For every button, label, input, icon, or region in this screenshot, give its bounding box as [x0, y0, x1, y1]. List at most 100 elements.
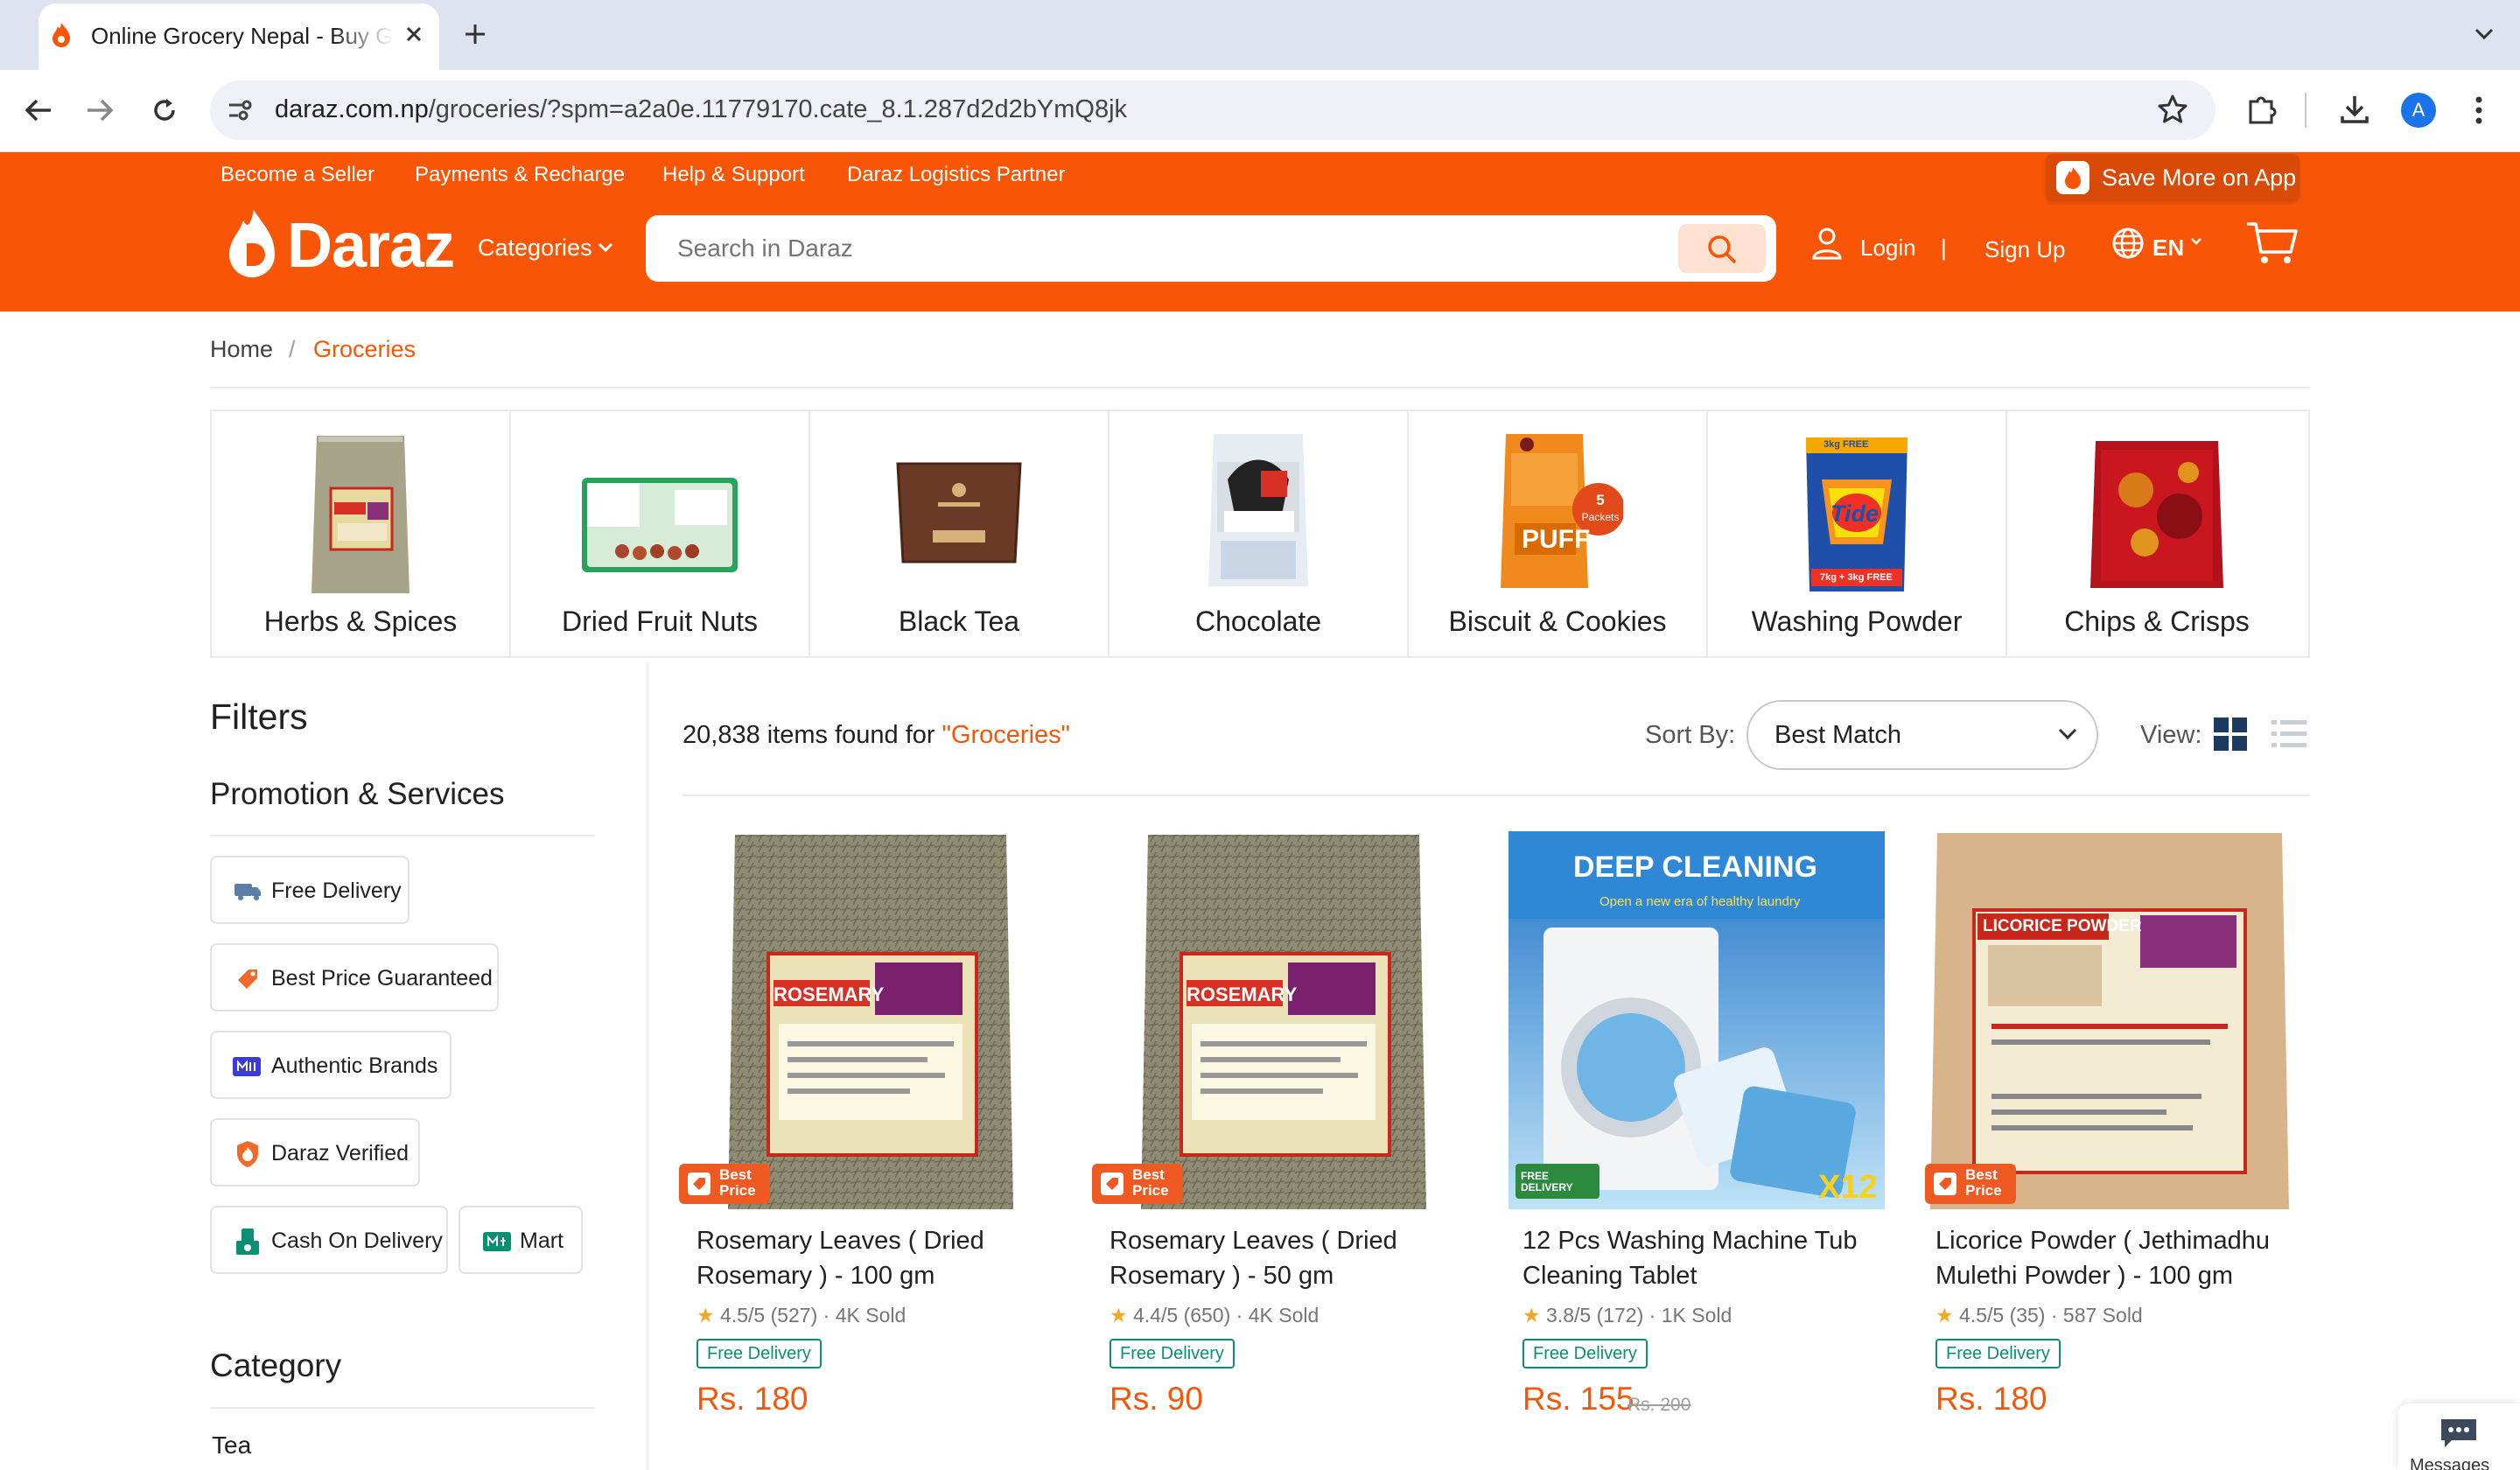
category-chocolate[interactable]: Chocolate — [1110, 411, 1409, 656]
reload-icon[interactable] — [149, 94, 180, 126]
category-biscuit-cookies[interactable]: PUFF 5 Packets Biscuit & Cookies — [1409, 411, 1708, 656]
category-option-tea[interactable]: Tea — [212, 1432, 251, 1460]
category-label: Dried Fruit Nuts — [561, 606, 759, 637]
categories-dropdown[interactable]: Categories — [478, 234, 592, 262]
promotion-services-heading: Promotion & Services — [210, 777, 505, 811]
daraz-logo-icon[interactable] — [228, 206, 278, 285]
badge-number: 5 — [1596, 492, 1605, 508]
user-icon[interactable] — [1811, 226, 1843, 261]
sort-select-value: Best Match — [1774, 721, 1902, 749]
tide-brand-text: Tide — [1830, 500, 1880, 527]
cash-icon — [236, 1228, 259, 1255]
sort-by-label: Sort By: — [1645, 721, 1736, 749]
deep-cleaning-banner: DEEP CLEANING — [1573, 850, 1817, 884]
download-icon[interactable] — [2338, 93, 2371, 126]
free-delivery-tag: Free Delivery — [696, 1339, 822, 1368]
logistics-partner-link[interactable]: Daraz Logistics Partner — [847, 163, 1065, 187]
product-image[interactable] — [1508, 831, 1885, 1209]
product-price: Rs. 180 — [1936, 1381, 2048, 1417]
product-card[interactable]: LICORICE POWDER Best Price Licorice Powd… — [1922, 831, 2324, 1444]
chip-label: Daraz Verified — [271, 1141, 410, 1166]
save-more-app-label: Save More on App — [2102, 164, 2297, 191]
product-price: Rs. 90 — [1110, 1381, 1203, 1417]
chip-label: Mart — [520, 1228, 564, 1253]
quantity-label: X12 — [1818, 1169, 1878, 1206]
results-count: 20,838 items found for "Groceries" — [682, 721, 1070, 749]
product-image[interactable] — [1922, 831, 2298, 1209]
mart-filter[interactable]: Mart — [458, 1206, 583, 1274]
category-divider — [210, 1407, 595, 1409]
price-tag-icon — [238, 970, 257, 989]
site-info-icon[interactable] — [226, 96, 254, 124]
browser-menu-icon[interactable] — [2473, 93, 2485, 128]
extensions-puzzle-icon[interactable] — [2245, 93, 2280, 126]
cart-icon[interactable] — [2245, 219, 2300, 266]
chip-label: Best Price Guaranteed — [271, 966, 493, 990]
toolbar-separator — [2305, 93, 2306, 128]
messages-button[interactable]: Messages — [2398, 1404, 2520, 1470]
product-title[interactable]: 12 Pcs Washing Machine Tub Cleaning Tabl… — [1522, 1223, 1899, 1293]
badge-tag-icon — [1101, 1172, 1124, 1195]
best-price-filter[interactable]: Best Price Guaranteed — [210, 943, 499, 1012]
category-washing-powder[interactable]: Tide 3kg FREE 7kg + 3kg FREE Washing Pow… — [1708, 411, 2007, 656]
category-strip: Herbs & Spices Dried Fruit Nuts Black Te… — [210, 410, 2310, 658]
authentic-brands-filter[interactable]: Authentic Brands — [210, 1031, 452, 1099]
daraz-verified-filter[interactable]: Daraz Verified — [210, 1118, 420, 1186]
category-chips-crisps[interactable]: Chips & Crisps — [2007, 411, 2306, 656]
product-card[interactable]: DEEP CLEANING Open a new era of healthy … — [1508, 831, 1911, 1444]
become-seller-link[interactable]: Become a Seller — [220, 163, 374, 187]
black-tea-image — [889, 455, 1029, 569]
product-price: Rs. 155 — [1522, 1381, 1634, 1417]
category-heading: Category — [210, 1348, 342, 1383]
product-title[interactable]: Licorice Powder ( Jethimadhu Mulethi Pow… — [1936, 1223, 2312, 1293]
bookmark-star-icon[interactable] — [2156, 93, 2189, 126]
filters-heading: Filters — [210, 696, 308, 737]
globe-icon[interactable] — [2110, 226, 2146, 261]
profile-avatar[interactable]: A — [2401, 93, 2436, 128]
login-link[interactable]: Login — [1860, 234, 1916, 262]
search-box — [646, 215, 1776, 282]
category-dried-fruit-nuts[interactable]: Dried Fruit Nuts — [511, 411, 810, 656]
tab-close-icon[interactable] — [401, 21, 427, 47]
free-delivery-filter[interactable]: Free Delivery — [210, 856, 410, 924]
help-support-link[interactable]: Help & Support — [662, 163, 805, 187]
category-herbs-spices[interactable]: Herbs & Spices — [212, 411, 511, 656]
product-price: Rs. 180 — [696, 1381, 808, 1417]
breadcrumb-current[interactable]: Groceries — [313, 336, 416, 363]
chip-label: Authentic Brands — [271, 1054, 438, 1078]
category-black-tea[interactable]: Black Tea — [810, 411, 1110, 656]
product-title[interactable]: Rosemary Leaves ( Dried Rosemary ) - 100… — [696, 1223, 1073, 1293]
product-image[interactable] — [1096, 831, 1472, 1209]
signup-link[interactable]: Sign Up — [1984, 236, 2066, 263]
new-tab-icon[interactable] — [462, 21, 488, 47]
categories-chevron-icon — [597, 242, 614, 254]
washing-powder-image: Tide 3kg FREE 7kg + 3kg FREE — [1799, 430, 1914, 597]
free-delivery-tag: Free Delivery — [1936, 1339, 2061, 1368]
category-label: Herbs & Spices — [263, 606, 458, 637]
product-card[interactable]: ROSEMARY Best Price Rosemary Leaves ( Dr… — [679, 831, 1085, 1444]
mart-icon — [483, 1232, 511, 1251]
language-selector[interactable]: EN — [2152, 234, 2184, 262]
back-arrow-icon[interactable] — [23, 96, 54, 124]
search-button[interactable] — [1678, 224, 1766, 273]
product-title[interactable]: Rosemary Leaves ( Dried Rosemary ) - 50 … — [1110, 1223, 1486, 1293]
tab-search-chevron-icon[interactable] — [2471, 23, 2497, 44]
breadcrumb-home[interactable]: Home — [210, 336, 273, 363]
list-view-icon[interactable] — [2272, 719, 2306, 749]
language-chevron-icon — [2189, 236, 2203, 247]
daraz-logo-text[interactable]: Daraz — [287, 210, 455, 282]
category-label: Chips & Crisps — [2064, 606, 2250, 637]
grid-view-icon[interactable] — [2214, 718, 2247, 751]
product-card[interactable]: ROSEMARY Best Price Rosemary Leaves ( Dr… — [1092, 831, 1498, 1444]
free-delivery-icon — [234, 884, 261, 900]
product-image[interactable] — [682, 831, 1059, 1209]
forward-arrow-icon[interactable] — [84, 96, 116, 124]
best-price-badge: Best Price — [1925, 1164, 2016, 1204]
cash-on-delivery-filter[interactable]: Cash On Delivery — [210, 1206, 448, 1274]
breadcrumb-separator: / — [289, 336, 296, 362]
search-input[interactable] — [677, 229, 1552, 268]
payments-recharge-link[interactable]: Payments & Recharge — [415, 163, 625, 187]
product-rating: ★ 4.5/5 (527) · 4K Sold — [696, 1304, 906, 1326]
category-label: Washing Powder — [1751, 606, 1963, 637]
washing-promo-top: 3kg FREE — [1824, 439, 1869, 450]
